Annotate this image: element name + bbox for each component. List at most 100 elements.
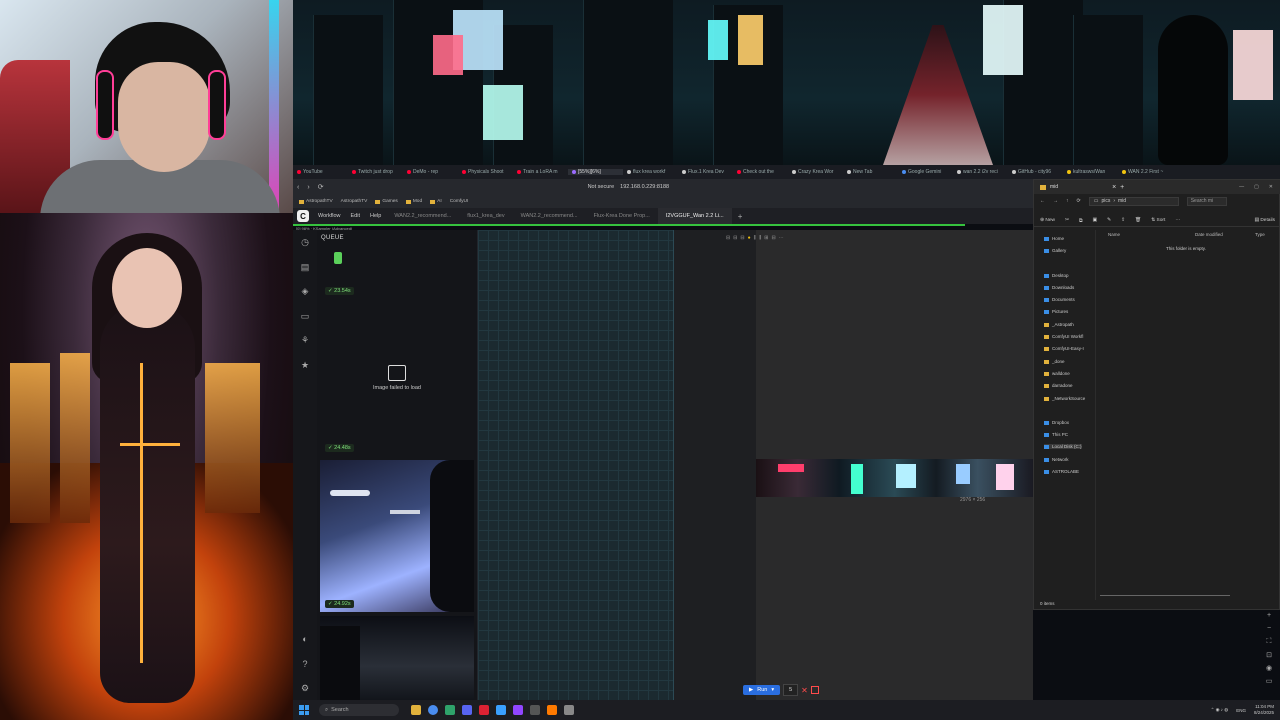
theme-icon[interactable]: ◐ [299,633,311,645]
scrollbar[interactable] [1100,595,1230,596]
cancel-icon[interactable]: ✕ [801,686,808,695]
comfy-logo[interactable]: C [297,210,309,222]
minimize-icon[interactable]: — [1239,184,1244,190]
browser-tab[interactable]: Google Gemini [898,169,953,175]
workflow-tab[interactable]: Flux-Krea Done Prop... [586,208,658,224]
column-date[interactable]: Date modified [1195,232,1255,237]
nav-astrolabe[interactable]: ASTROLABE [1044,469,1079,474]
minimap-icon[interactable]: ▭ [1262,677,1276,690]
bookmark-folder[interactable]: Mod [405,199,422,204]
bookmark-folder[interactable]: Games [375,199,398,204]
details-button[interactable]: ▤ Details [1254,218,1280,223]
add-tab-icon[interactable]: + [732,212,743,221]
close-tab-icon[interactable]: × [1112,184,1116,191]
browser-tab[interactable]: WAN 2.2 First ~ [1118,169,1173,175]
browser-tab[interactable]: wan 2.2 i2v reci [953,169,1008,175]
nav-network[interactable]: Network [1044,457,1069,462]
nav-folder[interactable]: walldone [1044,371,1070,376]
align-right-icon[interactable]: ⊟ [740,235,744,241]
zoom-out-icon[interactable]: − [1262,625,1276,638]
share-icon[interactable]: ⇪ [1121,218,1125,223]
bookmark-link[interactable]: ComfyUI [450,199,469,204]
search-input[interactable]: Search mi [1186,196,1227,206]
obs-app-icon[interactable] [530,705,540,715]
tray-icons[interactable]: ⌃ ◉ ♪ ◍ [1211,707,1229,713]
more-icon[interactable]: ⋯ [779,235,784,241]
menu-help[interactable]: Help [365,213,386,219]
node-library-icon[interactable]: ▤ [299,261,311,273]
file-explorer-app-icon[interactable] [411,705,421,715]
delete-icon[interactable]: 🗑 [1135,218,1141,223]
nav-folder[interactable]: _done [1044,359,1065,364]
app-icon[interactable] [445,705,455,715]
model-library-icon[interactable]: ◈ [299,285,311,297]
nav-documents[interactable]: Documents [1044,297,1075,302]
nav-folder[interactable]: _Astropath [1044,322,1074,327]
queue-thumbnail[interactable] [320,460,474,612]
node-group[interactable] [478,230,674,700]
distribute-v-icon[interactable]: ⫼ [759,235,761,241]
copy-icon[interactable]: ⧉ [1079,218,1082,224]
new-tab-icon[interactable]: + [1120,184,1124,191]
forward-icon[interactable]: → [1053,198,1058,204]
close-icon[interactable]: ✕ [1269,184,1273,190]
nav-folder[interactable]: ComfyUI Workfl [1044,334,1083,339]
start-button[interactable] [299,705,309,715]
menu-workflow[interactable]: Workflow [313,213,346,219]
pin-icon[interactable]: ⊟ [771,235,775,241]
back-icon[interactable]: ‹ [293,184,303,191]
queue-icon[interactable]: ◷ [299,236,311,248]
stop-icon[interactable] [810,686,819,694]
back-icon[interactable]: ← [1040,198,1045,204]
rename-icon[interactable]: ✎ [1107,218,1111,223]
new-button[interactable]: ⊕ New [1040,218,1055,223]
refresh-icon[interactable]: ⟳ [1077,198,1081,204]
path-segment[interactable]: pics [1101,198,1110,204]
nav-dropbox[interactable]: Dropbox [1044,420,1069,425]
bypass-icon[interactable]: ⊞ [764,235,768,241]
more-icon[interactable]: ⋯ [1175,218,1180,223]
browser-tab[interactable]: New Tab [843,169,898,175]
toggle-links-icon[interactable]: ◉ [1262,664,1276,677]
sort-button[interactable]: ⇅ Sort [1151,218,1165,223]
browser-tab[interactable]: YouTube [293,169,348,175]
color-icon[interactable]: ● [748,235,751,241]
distribute-icon[interactable]: ⫼ [754,235,756,241]
batch-count-input[interactable]: 5 [783,684,799,696]
zoom-in-icon[interactable]: + [1262,612,1276,625]
discord-app-icon[interactable] [462,705,472,715]
workflow-tab[interactable]: flux1_krea_dev [459,208,512,224]
nav-folder[interactable]: ComfyUI-Easy-I [1044,346,1084,351]
chrome-app-icon[interactable] [428,705,438,715]
browser-tab[interactable]: Twitch just drop [348,169,403,175]
nav-this-pc[interactable]: This PC [1044,432,1068,437]
browser-tab[interactable]: kultrasws/Wan [1063,169,1118,175]
nav-pictures[interactable]: Pictures [1044,309,1068,314]
workflow-tab[interactable]: WAN2.2_recommend... [513,208,586,224]
browser-tab[interactable]: GitHub - city96 [1008,169,1063,175]
nav-downloads[interactable]: Downloads [1044,285,1074,290]
app-icon[interactable] [496,705,506,715]
address-field[interactable]: ▭ pics › mid [1088,196,1179,206]
browser-tab-active[interactable]: [55%][6%] [568,169,623,175]
nav-folder[interactable]: darradone [1044,383,1073,388]
workflow-tab-active[interactable]: I2VGGUF_Wan 2.2 Li... [657,208,732,224]
browser-tab[interactable]: Flux.1 Krea Dev [678,169,733,175]
align-left-icon[interactable]: ⊟ [726,235,730,241]
browser-tab[interactable]: flux krea workf [623,169,678,175]
browser-tab[interactable]: Check out the [733,169,788,175]
fit-view-icon[interactable]: ⛶ [1262,638,1276,651]
run-button[interactable]: ▶ Run ▾ [743,685,781,695]
app-icon[interactable] [547,705,557,715]
align-center-icon[interactable]: ⊟ [733,235,737,241]
column-name[interactable]: Name [1100,232,1195,237]
settings-icon[interactable]: ⚙ [299,682,311,694]
app-icon[interactable] [564,705,574,715]
bookmark-folder[interactable]: AstropathTV [299,199,333,204]
forward-icon[interactable]: › [303,184,313,191]
cut-icon[interactable]: ✂ [1065,218,1069,223]
path-segment[interactable]: mid [1118,198,1126,204]
reload-icon[interactable]: ⟳ [314,183,328,191]
help-icon[interactable]: ? [299,658,311,670]
taskbar-search[interactable]: ⌕ Search [319,704,399,716]
